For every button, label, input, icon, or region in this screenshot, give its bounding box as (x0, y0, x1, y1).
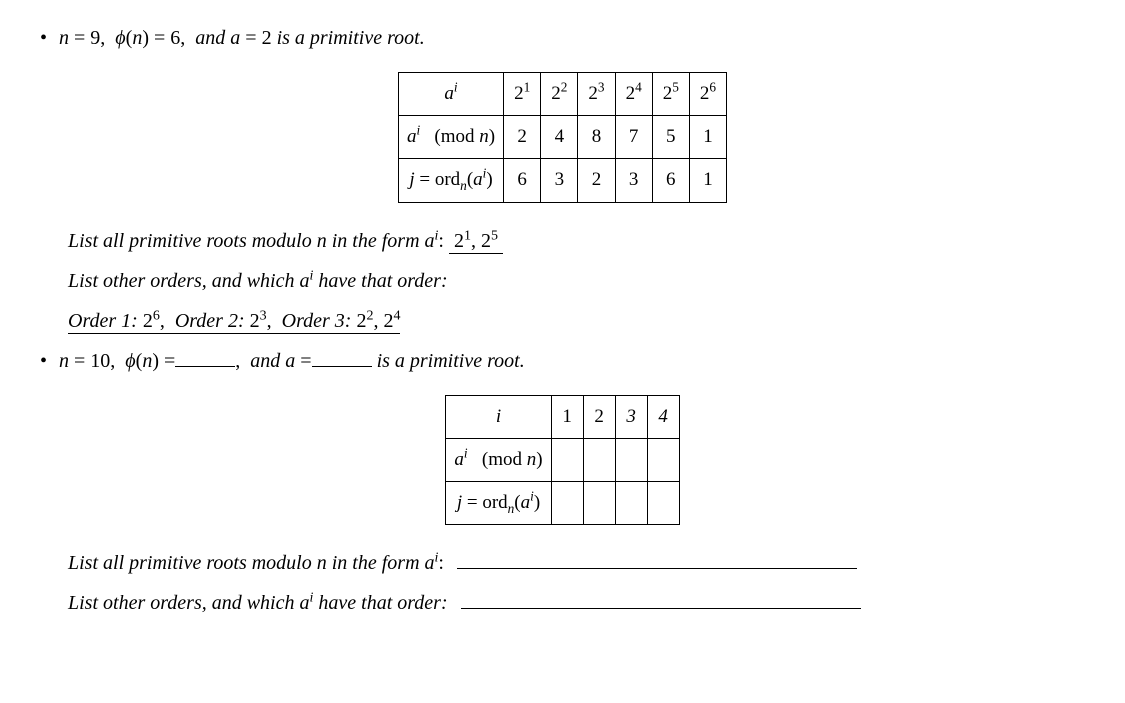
t2-r2-c4 (647, 438, 679, 481)
t2-r1-c4: 4 (647, 395, 679, 438)
t2-r1-c2: 2 (583, 395, 615, 438)
item1-heading: n = 9, ϕ(n) = 6, and a = 2 is a primitiv… (59, 27, 425, 49)
blank-other-n10 (461, 587, 861, 609)
t1-r2-c4: 7 (615, 116, 652, 159)
blank-primitive-n10 (457, 547, 857, 569)
t1-r1-c5: 25 (652, 73, 689, 116)
t2-r1-c3: 3 (615, 395, 647, 438)
item1-a: 2 (262, 27, 272, 49)
bullet-item-n10: • n = 10, ϕ(n) =, and a = is a primitive… (40, 343, 1085, 379)
item1-heading-suffix: is a primitive root. (277, 27, 425, 49)
bullet-dot: • (40, 20, 47, 56)
t1-r3-c6: 1 (689, 159, 726, 202)
t1-r2-c2: 4 (541, 116, 578, 159)
item1-other-answer: Order 1: 26, Order 2: 23, Order 3: 22, 2… (68, 310, 400, 334)
table-n9: ai 21 22 23 24 25 26 ai (mod n) 2 4 8 7 … (398, 72, 727, 203)
t1-r3-c4: 3 (615, 159, 652, 202)
t1-r2-c6: 1 (689, 116, 726, 159)
item2-heading-suffix: is a primitive root. (377, 350, 525, 372)
table-n10: i 1 2 3 4 ai (mod n) j = ordn(ai) (445, 395, 679, 526)
t1-row1-label: ai (398, 73, 503, 116)
t1-r1-c6: 26 (689, 73, 726, 116)
item2-primitive-roots: List all primitive roots modulo n in the… (68, 545, 1085, 621)
t2-r1-c1: 1 (551, 395, 583, 438)
blank-phi (175, 345, 235, 367)
t1-r2-c1: 2 (504, 116, 541, 159)
item2-content: n = 10, ϕ(n) =, and a = is a primitive r… (59, 343, 1085, 379)
item1-primitive-roots: List all primitive roots modulo n in the… (68, 223, 1085, 339)
t2-r3-c3 (615, 481, 647, 524)
t2-row1-label: i (446, 395, 551, 438)
bullet-dot-2: • (40, 343, 47, 379)
t1-r3-c3: 2 (578, 159, 615, 202)
t1-row2-label: ai (mod n) (398, 116, 503, 159)
bullet-item-n9: • n = 9, ϕ(n) = 6, and a = 2 is a primit… (40, 20, 1085, 56)
t2-r3-c2 (583, 481, 615, 524)
t1-r3-c5: 6 (652, 159, 689, 202)
t2-r2-c2 (583, 438, 615, 481)
item1-primitive-answer: 21, 25 (449, 230, 503, 254)
item1-content: n = 9, ϕ(n) = 6, and a = 2 is a primitiv… (59, 20, 1085, 56)
item1-n: 9 (90, 27, 100, 49)
t2-r2-c3 (615, 438, 647, 481)
item2-n: 10 (90, 350, 110, 372)
t2-row3-label: j = ordn(ai) (446, 481, 551, 524)
t2-r2-c1 (551, 438, 583, 481)
t1-r1-c2: 22 (541, 73, 578, 116)
t1-r1-c3: 23 (578, 73, 615, 116)
t1-r3-c1: 6 (504, 159, 541, 202)
t1-r1-c4: 24 (615, 73, 652, 116)
item1-phi: 6 (170, 27, 180, 49)
t1-r1-c1: 21 (504, 73, 541, 116)
t1-r3-c2: 3 (541, 159, 578, 202)
t1-row3-label: j = ordn(ai) (398, 159, 503, 202)
item2-heading: n = 10, ϕ(n) =, and a = is a primitive r… (59, 350, 525, 372)
t2-row2-label: ai (mod n) (446, 438, 551, 481)
t1-r2-c5: 5 (652, 116, 689, 159)
t2-r3-c4 (647, 481, 679, 524)
t2-r3-c1 (551, 481, 583, 524)
blank-a (312, 345, 372, 367)
t1-r2-c3: 8 (578, 116, 615, 159)
